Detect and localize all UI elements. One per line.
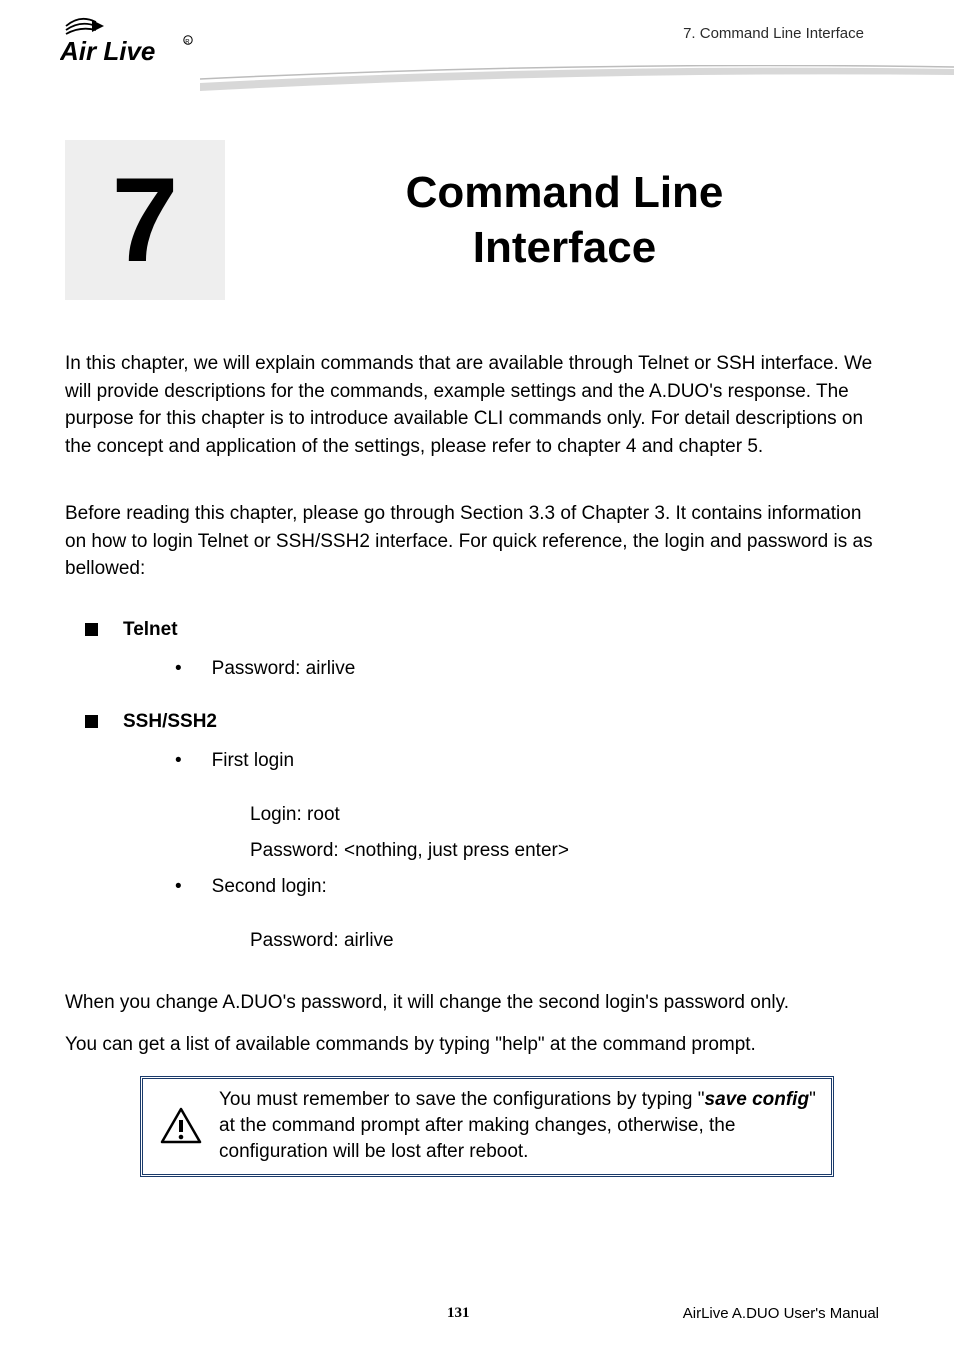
- warning-icon: [157, 1087, 205, 1164]
- telnet-heading-row: Telnet: [65, 619, 884, 641]
- chapter-number: 7: [112, 160, 179, 280]
- telnet-heading: Telnet: [123, 619, 178, 641]
- ssh-first-login-label: First login: [212, 743, 294, 779]
- ssh-second-list: • Second login:: [175, 869, 884, 905]
- telnet-list: • Password: airlive: [175, 651, 884, 687]
- ssh-second-login-item: • Second login:: [175, 869, 884, 905]
- note-command: save config: [705, 1089, 810, 1110]
- bullet-dot-icon: •: [175, 651, 182, 687]
- chapter-heading: 7 Command Line Interface: [65, 140, 884, 300]
- header-divider: [200, 65, 954, 95]
- note-text: You must remember to save the configurat…: [205, 1087, 817, 1164]
- bullet-dot-icon: •: [175, 869, 182, 905]
- header-breadcrumb: 7. Command Line Interface: [683, 25, 864, 42]
- ssh-first-login-item: • First login: [175, 743, 884, 779]
- ssh-first-login-password: Password: <nothing, just press enter>: [250, 833, 884, 869]
- note-box: You must remember to save the configurat…: [140, 1076, 834, 1177]
- ssh-second-login-label: Second login:: [212, 869, 327, 905]
- chapter-number-box: 7: [65, 140, 225, 300]
- ssh-list: • First login: [175, 743, 884, 779]
- square-bullet-icon: [85, 715, 98, 728]
- intro-paragraph-1: In this chapter, we will explain command…: [65, 350, 884, 460]
- square-bullet-icon: [85, 623, 98, 636]
- page-footer: 131 AirLive A.DUO User's Manual: [0, 1305, 954, 1322]
- airlive-logo: Air Live R: [60, 12, 200, 72]
- help-paragraph: You can get a list of available commands…: [65, 1031, 884, 1059]
- ssh-first-login-login: Login: root: [250, 797, 884, 833]
- password-change-paragraph: When you change A.DUO's password, it wil…: [65, 989, 884, 1017]
- note-pre: You must remember to save the configurat…: [219, 1089, 705, 1110]
- telnet-password: Password: airlive: [212, 651, 356, 687]
- svg-text:Air Live: Air Live: [60, 36, 155, 66]
- intro-paragraph-2: Before reading this chapter, please go t…: [65, 500, 884, 583]
- ssh-heading-row: SSH/SSH2: [65, 711, 884, 733]
- svg-text:R: R: [185, 40, 190, 46]
- ssh-second-login-password: Password: airlive: [250, 923, 884, 959]
- page-number: 131: [447, 1305, 470, 1322]
- chapter-title: Command Line Interface: [225, 165, 884, 275]
- bullet-dot-icon: •: [175, 743, 182, 779]
- chapter-title-line2: Interface: [473, 223, 656, 272]
- chapter-title-line1: Command Line: [406, 168, 724, 217]
- page-content: 7 Command Line Interface In this chapter…: [0, 140, 954, 1177]
- ssh-heading: SSH/SSH2: [123, 711, 217, 733]
- page-header: Air Live R 7. Command Line Interface: [0, 0, 954, 110]
- telnet-password-item: • Password: airlive: [175, 651, 884, 687]
- footer-manual-title: AirLive A.DUO User's Manual: [683, 1305, 879, 1322]
